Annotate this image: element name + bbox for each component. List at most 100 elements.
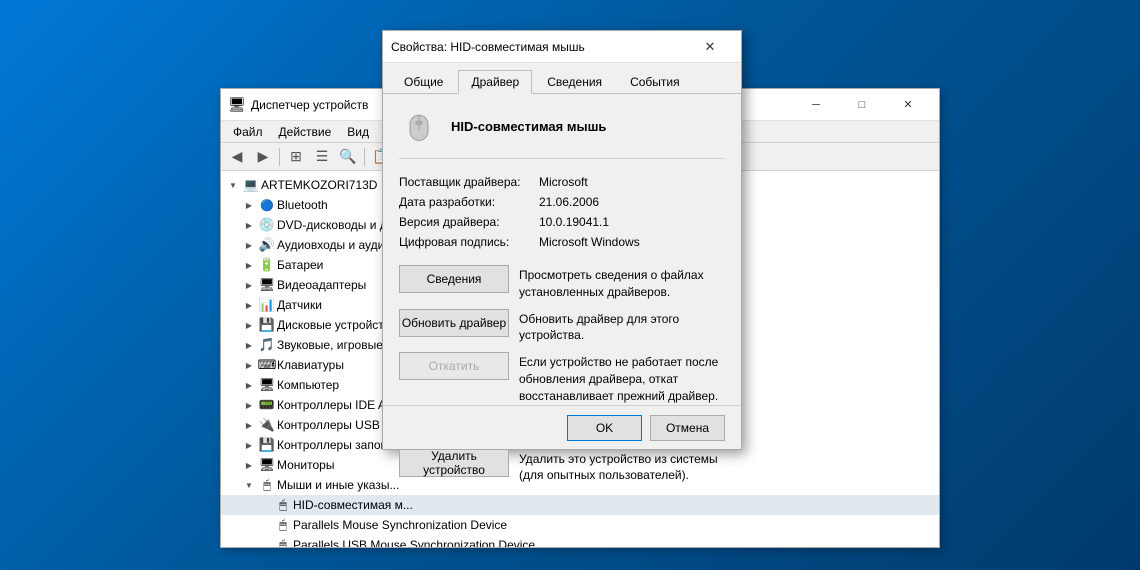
tab-details[interactable]: Сведения (534, 70, 615, 94)
tree-icon-ide: 📟 (259, 397, 275, 413)
props-button-row-uninstall: Удалить устройство Удалить это устройств… (399, 449, 725, 485)
tree-label-root: ARTEMKOZORI713D (261, 178, 377, 192)
props-button-row-rollback: Откатить Если устройство не работает пос… (399, 352, 725, 404)
tree-toggle-bluetooth[interactable]: ▶ (241, 197, 257, 213)
btn-details-desc: Просмотреть сведения о файлах установлен… (519, 265, 725, 301)
props-version-label: Версия драйвера: (399, 215, 539, 229)
tree-icon-storage: 💾 (259, 437, 275, 453)
props-tabs: Общие Драйвер Сведения События (383, 63, 741, 94)
props-title-text: Свойства: HID-совместимая мышь (391, 40, 687, 54)
btn-uninstall-desc: Удалить это устройство из системы (для о… (519, 449, 725, 485)
btn-details[interactable]: Сведения (399, 265, 509, 293)
props-button-row-update: Обновить драйвер Обновить драйвер для эт… (399, 309, 725, 345)
props-close-button[interactable]: ✕ (687, 31, 733, 63)
btn-uninstall[interactable]: Удалить устройство (399, 449, 509, 477)
props-provider-label: Поставщик драйвера: (399, 175, 539, 189)
tree-label-parallels-usb: Parallels USB Mouse Synchronization Devi… (293, 538, 535, 547)
tree-label-mice: Мыши и иные указы... (277, 478, 399, 492)
menu-action[interactable]: Действие (271, 123, 340, 141)
tree-label-keyboard: Клавиатуры (277, 358, 344, 372)
tree-label-bluetooth: Bluetooth (277, 198, 328, 212)
close-button[interactable]: ✕ (885, 89, 931, 121)
tree-label-disk: Дисковые устройст... (277, 318, 392, 332)
tab-general[interactable]: Общие (391, 70, 456, 94)
tree-item-parallels-usb[interactable]: ▶ 🖱 Parallels USB Mouse Synchronization … (221, 535, 939, 547)
properties-dialog: Свойства: HID-совместимая мышь ✕ Общие Д… (382, 30, 742, 450)
tree-icon-monitors: 🖥 (259, 457, 275, 473)
dm-title-icon: 🖥 (229, 97, 245, 113)
tree-label-sensors: Датчики (277, 298, 322, 312)
dm-window-controls: ─ □ ✕ (793, 89, 931, 121)
tree-icon-dvd: 💿 (259, 217, 275, 233)
tree-label-battery: Батареи (277, 258, 323, 272)
tree-icon-video: 🖥 (259, 277, 275, 293)
cancel-button[interactable]: Отмена (650, 415, 725, 441)
toolbar-search[interactable]: 🔍 (336, 146, 360, 168)
props-button-row-details: Сведения Просмотреть сведения о файлах у… (399, 265, 725, 301)
toolbar-sep-2 (364, 148, 365, 166)
props-info-signature: Цифровая подпись: Microsoft Windows (399, 235, 725, 249)
btn-rollback[interactable]: Откатить (399, 352, 509, 380)
tree-icon-sensors: 📊 (259, 297, 275, 313)
toolbar-back[interactable]: ◀ (225, 146, 249, 168)
props-version-value: 10.0.19041.1 (539, 215, 609, 229)
ok-button[interactable]: OK (567, 415, 642, 441)
props-titlebar: Свойства: HID-совместимая мышь ✕ (383, 31, 741, 63)
maximize-button[interactable]: □ (839, 89, 885, 121)
tree-toggle-root[interactable]: ▼ (225, 177, 241, 193)
tree-item-hid[interactable]: ▶ 🖱 HID-совместимая м... (221, 495, 939, 515)
menu-view[interactable]: Вид (339, 123, 377, 141)
tree-toggle-usb[interactable]: ▶ (241, 417, 257, 433)
tree-label-hid: HID-совместимая м... (293, 498, 413, 512)
tree-label-monitors: Мониторы (277, 458, 334, 472)
tree-icon-battery: 🔋 (259, 257, 275, 273)
tab-events[interactable]: События (617, 70, 693, 94)
menu-file[interactable]: Файл (225, 123, 271, 141)
tree-label-video: Видеоадаптеры (277, 278, 366, 292)
tree-icon-bluetooth: 🔵 (259, 197, 275, 213)
minimize-button[interactable]: ─ (793, 89, 839, 121)
tree-icon-parallels-mouse: 🖱 (275, 517, 291, 533)
tree-toggle-battery[interactable]: ▶ (241, 257, 257, 273)
props-device-name: HID-совместимая мышь (451, 119, 606, 134)
tree-label-usb: Контроллеры USB (277, 418, 380, 432)
props-info-table: Поставщик драйвера: Microsoft Дата разра… (399, 175, 725, 249)
tree-icon-comp: 🖥 (259, 377, 275, 393)
tree-icon-hid: 🖱 (275, 497, 291, 513)
tree-toggle-storage[interactable]: ▶ (241, 437, 257, 453)
tree-toggle-video[interactable]: ▶ (241, 277, 257, 293)
tree-item-parallels-mouse[interactable]: ▶ 🖱 Parallels Mouse Synchronization Devi… (221, 515, 939, 535)
tree-label-parallels-mouse: Parallels Mouse Synchronization Device (293, 518, 507, 532)
tree-icon-parallels-usb: 🖱 (275, 537, 291, 547)
props-date-label: Дата разработки: (399, 195, 539, 209)
props-device-icon (399, 106, 439, 146)
props-footer: OK Отмена (383, 405, 741, 449)
toolbar-forward[interactable]: ▶ (251, 146, 275, 168)
toolbar-list[interactable]: ☰ (310, 146, 334, 168)
props-info-date: Дата разработки: 21.06.2006 (399, 195, 725, 209)
tree-icon-keyboard: ⌨ (259, 357, 275, 373)
tree-icon-sound: 🎵 (259, 337, 275, 353)
tree-toggle-ide[interactable]: ▶ (241, 397, 257, 413)
tree-toggle-sensors[interactable]: ▶ (241, 297, 257, 313)
tree-icon-audio: 🔊 (259, 237, 275, 253)
props-device-header: HID-совместимая мышь (399, 106, 725, 159)
tab-driver[interactable]: Драйвер (458, 70, 532, 94)
tree-icon-usb: 🔌 (259, 417, 275, 433)
props-buttons-section: Сведения Просмотреть сведения о файлах у… (399, 265, 725, 484)
tree-icon-mice: 🖱 (259, 477, 275, 493)
props-info-provider: Поставщик драйвера: Microsoft (399, 175, 725, 189)
props-provider-value: Microsoft (539, 175, 588, 189)
tree-toggle-keyboard[interactable]: ▶ (241, 357, 257, 373)
tree-toggle-mice[interactable]: ▼ (241, 477, 257, 493)
tree-toggle-sound[interactable]: ▶ (241, 337, 257, 353)
tree-toggle-disk[interactable]: ▶ (241, 317, 257, 333)
props-signature-value: Microsoft Windows (539, 235, 640, 249)
tree-toggle-audio[interactable]: ▶ (241, 237, 257, 253)
props-date-value: 21.06.2006 (539, 195, 599, 209)
tree-toggle-computer[interactable]: ▶ (241, 377, 257, 393)
toolbar-grid[interactable]: ⊞ (284, 146, 308, 168)
tree-toggle-dvd[interactable]: ▶ (241, 217, 257, 233)
tree-toggle-monitors[interactable]: ▶ (241, 457, 257, 473)
btn-update[interactable]: Обновить драйвер (399, 309, 509, 337)
